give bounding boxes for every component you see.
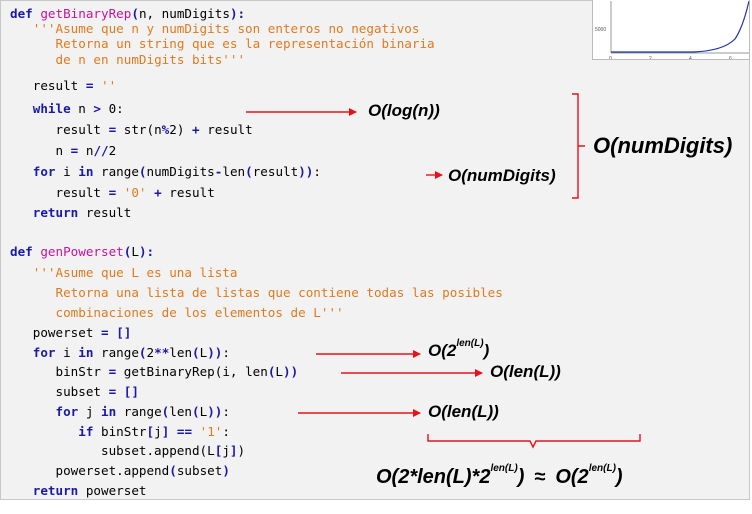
bracket-numdigits <box>572 93 585 199</box>
complexity-total: O(2*len(L)*2len(L)) ≈ O(2len(L)) <box>376 463 623 489</box>
annotation-overlay <box>246 93 641 449</box>
complexity-text: O(2 <box>555 466 589 488</box>
complexity-text: O(2*len(L)*2 <box>376 466 491 488</box>
complexity-text: O(2 <box>428 341 457 360</box>
complexity-exponent: len(L) <box>490 463 518 474</box>
complexity-len-l: O(len(L)) <box>490 362 561 381</box>
approx-symbol: ≈ <box>534 466 546 488</box>
brace-total <box>427 434 641 449</box>
complexity-numdigits-total: O(numDigits) <box>593 133 733 158</box>
complexity-text: ) <box>615 466 623 488</box>
complexity-text: ) <box>517 466 525 488</box>
complexity-text: ) <box>483 341 490 360</box>
complexity-len-l-inner: O(len(L)) <box>428 402 499 421</box>
complexity-exponent: len(L) <box>456 338 484 349</box>
complexity-exponent: len(L) <box>588 463 616 474</box>
complexity-two-pow-len: O(2len(L)) <box>428 338 490 361</box>
complexity-numdigits: O(numDigits) <box>448 166 556 185</box>
complexity-log-n: O(log(n)) <box>368 101 440 120</box>
